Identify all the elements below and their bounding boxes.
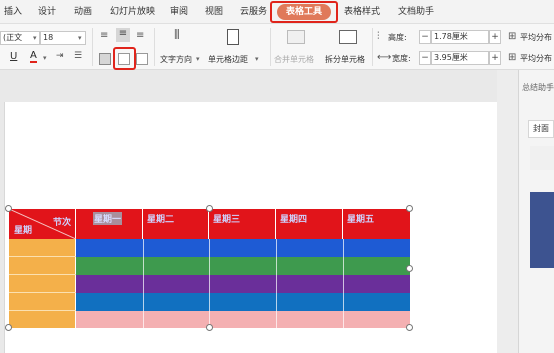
height-label: 高度: (388, 33, 407, 42)
split-cells-label[interactable]: 拆分单元格 (325, 54, 365, 65)
text-direction-icon[interactable]: ⦀ (174, 28, 180, 43)
table-row[interactable] (76, 275, 410, 293)
font-color-icon[interactable]: A (30, 51, 37, 63)
header-cell-monday[interactable]: 星期一 (76, 209, 143, 239)
width-icon: ⟷ (377, 52, 392, 63)
menu-insert[interactable]: 插入 (4, 4, 22, 20)
chevron-down-icon: ▾ (43, 54, 47, 62)
divider (154, 28, 155, 66)
merge-cells-icon (287, 30, 305, 44)
menu-animation[interactable]: 动画 (74, 4, 92, 20)
header-label: 星期一 (93, 212, 123, 225)
divider (270, 28, 271, 66)
height-decrement-button[interactable]: − (419, 30, 431, 44)
divider (372, 28, 373, 66)
header-corner-cell[interactable]: 节次 星期 (9, 209, 76, 239)
header-label: 星期五 (347, 215, 375, 225)
chevron-down-icon: ▾ (78, 34, 82, 42)
distribute-cols-label[interactable]: 平均分布 (520, 53, 552, 64)
increase-indent-icon[interactable]: ⇥ (56, 51, 64, 61)
resize-handle-bottom-right[interactable] (406, 324, 413, 331)
menu-design[interactable]: 设计 (38, 4, 56, 20)
cell-margin-label[interactable]: 单元格边距 (208, 54, 248, 65)
menu-view[interactable]: 视图 (205, 4, 223, 20)
distribute-rows-icon[interactable]: ⊞ (508, 31, 516, 42)
row-divider (9, 292, 76, 293)
align-center-icon[interactable]: ≡ (116, 28, 130, 42)
chevron-down-icon: ▾ (255, 55, 259, 63)
height-icon: ⫶ (377, 31, 380, 42)
header-label: 星期二 (147, 215, 175, 225)
underline-icon[interactable]: U (10, 51, 17, 62)
menu-table-style[interactable]: 表格样式 (344, 4, 380, 20)
highlight-align-middle (113, 47, 136, 70)
header-label: 星期三 (213, 215, 241, 225)
first-column[interactable] (9, 239, 76, 328)
chevron-down-icon: ▾ (196, 55, 200, 63)
align-bottom-button[interactable] (136, 53, 148, 65)
width-label: 宽度: (392, 54, 411, 63)
cell-margin-icon[interactable] (227, 29, 239, 45)
side-tab-cover[interactable]: 封面 (528, 120, 554, 138)
table-row[interactable] (76, 257, 410, 275)
schedule-table[interactable]: 节次 星期 星期一 星期二 星期三 星期四 星期五 (9, 209, 410, 328)
header-cell-thursday[interactable]: 星期四 (276, 209, 343, 239)
chevron-down-icon: ▾ (33, 34, 37, 42)
header-label: 星期四 (280, 215, 308, 225)
row-divider (9, 256, 76, 257)
text-direction-label[interactable]: 文字方向 (160, 54, 192, 65)
column-divider (343, 239, 344, 328)
column-divider (143, 239, 144, 328)
table-row[interactable] (76, 311, 410, 328)
side-tab-cover-label: 封面 (533, 124, 549, 133)
menu-cloud[interactable]: 云服务 (240, 4, 267, 20)
font-size-value: 18 (43, 33, 54, 42)
row-divider (9, 274, 76, 275)
corner-label-top: 节次 (53, 218, 72, 228)
column-divider (209, 239, 210, 328)
align-top-button[interactable] (99, 53, 111, 65)
side-thumbnail[interactable] (530, 146, 554, 170)
resize-handle-bottom-center[interactable] (206, 324, 213, 331)
side-thumbnail[interactable] (530, 192, 554, 268)
menu-review[interactable]: 审阅 (170, 4, 188, 20)
resize-handle-bottom-left[interactable] (5, 324, 12, 331)
menu-slideshow[interactable]: 幻灯片放映 (110, 4, 155, 20)
split-cells-icon[interactable] (339, 30, 357, 44)
height-input[interactable]: 1.78厘米 (431, 30, 489, 44)
column-divider (276, 239, 277, 328)
width-value: 3.95厘米 (434, 53, 468, 62)
width-decrement-button[interactable]: − (419, 51, 431, 65)
corner-label-bottom: 星期 (14, 226, 33, 236)
divider (92, 28, 93, 66)
height-value: 1.78厘米 (434, 32, 468, 41)
distribute-cols-icon[interactable]: ⊞ (508, 52, 516, 63)
table-row[interactable] (76, 293, 410, 311)
width-input[interactable]: 3.95厘米 (431, 51, 489, 65)
menu-doc-assistant[interactable]: 文档助手 (398, 4, 434, 20)
side-panel-title: 总结助手 (522, 83, 554, 92)
highlight-table-tools (270, 1, 338, 23)
merge-cells-label: 合并单元格 (274, 55, 314, 64)
align-right-icon[interactable]: ≡ (136, 30, 144, 41)
header-cell-tuesday[interactable]: 星期二 (143, 209, 209, 239)
ribbon: (正文 ▾ 18 ▾ U A ▾ ⇥ ☰ ≡ ≡ ≡ ⦀ 文字方向 ▾ 单元格边… (0, 24, 554, 70)
list-icon[interactable]: ☰ (74, 51, 82, 61)
table-row[interactable] (76, 239, 410, 257)
font-name-value: (正文 (3, 33, 23, 42)
header-cell-wednesday[interactable]: 星期三 (209, 209, 276, 239)
resize-handle-middle-right[interactable] (406, 265, 413, 272)
row-divider (9, 310, 76, 311)
scroll-gutter (497, 70, 518, 353)
resize-handle-top-left[interactable] (5, 205, 12, 212)
resize-handle-top-center[interactable] (206, 205, 213, 212)
align-left-icon[interactable]: ≡ (100, 30, 108, 41)
width-increment-button[interactable]: + (489, 51, 501, 65)
distribute-rows-label[interactable]: 平均分布 (520, 32, 552, 43)
resize-handle-top-right[interactable] (406, 205, 413, 212)
header-cell-friday[interactable]: 星期五 (343, 209, 410, 239)
height-increment-button[interactable]: + (489, 30, 501, 44)
